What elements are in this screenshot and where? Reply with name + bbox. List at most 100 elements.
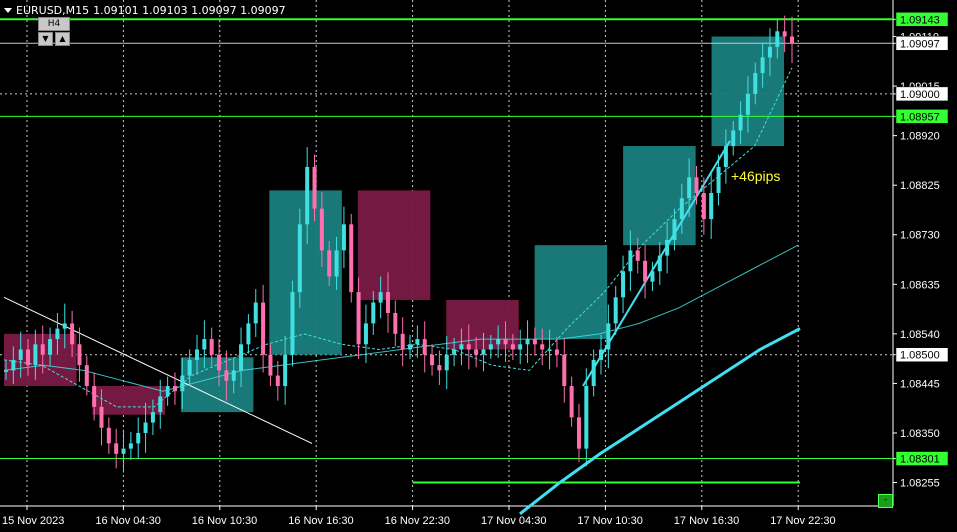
candle-body [503, 339, 508, 345]
price-tick-label: 1.09097 [900, 38, 940, 50]
candle-body [745, 93, 750, 115]
candle-body [672, 219, 677, 240]
price-tick-label: 1.08730 [900, 230, 940, 242]
candle-body [26, 349, 31, 366]
candle-body [172, 386, 177, 392]
candle-body [444, 354, 449, 371]
candle-body [562, 354, 567, 387]
candle-body [319, 208, 324, 251]
candle-body [62, 323, 67, 329]
candle-body [106, 427, 111, 444]
chart-title-bar: EURUSD,M15 1.09101 1.09103 1.09097 1.090… [4, 4, 286, 17]
price-tick-label: 1.09143 [900, 14, 940, 26]
candle-body [4, 370, 8, 372]
candle-body [738, 114, 743, 131]
candle-body [33, 344, 38, 366]
timeframe-down-button[interactable]: ▼ [38, 32, 53, 46]
h4-box [357, 190, 431, 300]
candle-body [297, 224, 302, 293]
price-tick-label: 1.08920 [900, 131, 940, 143]
candle-body [99, 406, 104, 428]
minimize-button[interactable]: - [878, 494, 893, 508]
candle-body [246, 323, 251, 345]
price-tick-label: 1.08500 [900, 350, 940, 362]
candle-body [481, 349, 486, 355]
candle-body [18, 349, 23, 360]
candle-body [591, 359, 596, 387]
candle-body [554, 349, 559, 355]
candle-body [128, 443, 133, 449]
candle-body [628, 250, 633, 272]
candle-body [253, 302, 258, 324]
candle-body [790, 36, 794, 44]
candle-body [576, 417, 581, 449]
chart-background [0, 0, 957, 532]
candle-body [510, 344, 515, 350]
candle-body [202, 339, 207, 350]
candle-body [180, 375, 185, 392]
candle-body [709, 193, 714, 220]
time-tick-label: 17 Nov 10:30 [577, 515, 642, 527]
symbol-timeframe: EURUSD,M15 [16, 4, 90, 17]
time-tick-label: 17 Nov 16:30 [674, 515, 739, 527]
candle-body [459, 344, 464, 350]
candle-body [643, 260, 648, 282]
candle-body [334, 250, 339, 277]
candle-body [525, 339, 530, 345]
candle-body [430, 354, 435, 366]
chart-menu-triangle-icon[interactable] [4, 8, 12, 13]
time-tick-label: 17 Nov 22:30 [770, 515, 835, 527]
candle-body [231, 370, 236, 381]
pips-annotation: +46pips [731, 168, 780, 184]
candle-body [114, 443, 119, 454]
candle-body [158, 396, 163, 413]
candle-body [474, 349, 479, 355]
candle-body [290, 292, 295, 355]
candle-body [92, 386, 97, 407]
candle-body [422, 339, 427, 355]
candle-body [275, 375, 280, 387]
candle-body [540, 344, 545, 350]
candle-body [488, 344, 493, 350]
candle-body [121, 448, 126, 454]
candle-body [621, 271, 626, 298]
candle-body [55, 328, 60, 340]
timeframe-up-button[interactable]: ▲ [55, 32, 70, 46]
candle-body [547, 349, 552, 352]
candle-body [635, 250, 640, 261]
candle-body [753, 73, 758, 94]
price-tick-label: 1.08255 [900, 478, 940, 490]
candle-body [217, 354, 222, 371]
candle-body [408, 344, 413, 350]
candle-body [731, 130, 736, 147]
candle-body [341, 224, 346, 251]
candle-body [349, 224, 354, 293]
candle-body [679, 198, 684, 220]
price-tick-label: 1.08350 [900, 428, 940, 440]
candle-body [312, 166, 317, 209]
candle-body [716, 166, 721, 194]
candle-body [136, 432, 141, 444]
candle-body [599, 349, 604, 360]
candle-body [305, 166, 310, 225]
candle-body [150, 412, 155, 423]
candle-body [400, 333, 405, 350]
time-tick-label: 16 Nov 16:30 [288, 515, 353, 527]
candle-body [393, 312, 398, 334]
ohlc-values: 1.09101 1.09103 1.09097 1.09097 [93, 4, 286, 17]
time-tick-label: 16 Nov 04:30 [95, 515, 160, 527]
price-tick-label: 1.08540 [900, 329, 940, 341]
candle-body [165, 386, 170, 397]
candle-body [657, 255, 662, 272]
price-chart[interactable]: 1.091431.091101.090971.090151.090001.089… [0, 0, 957, 532]
candle-body [723, 146, 728, 167]
candle-body [187, 359, 192, 376]
candle-body [40, 344, 45, 355]
candle-body [268, 354, 273, 376]
candle-body [466, 344, 471, 350]
candle-body [84, 365, 89, 387]
timeframe-label: H4 [38, 17, 70, 31]
candle-body [437, 365, 442, 371]
price-tick-label: 1.08825 [900, 180, 940, 192]
time-tick-label: 15 Nov 2023 [2, 515, 64, 527]
